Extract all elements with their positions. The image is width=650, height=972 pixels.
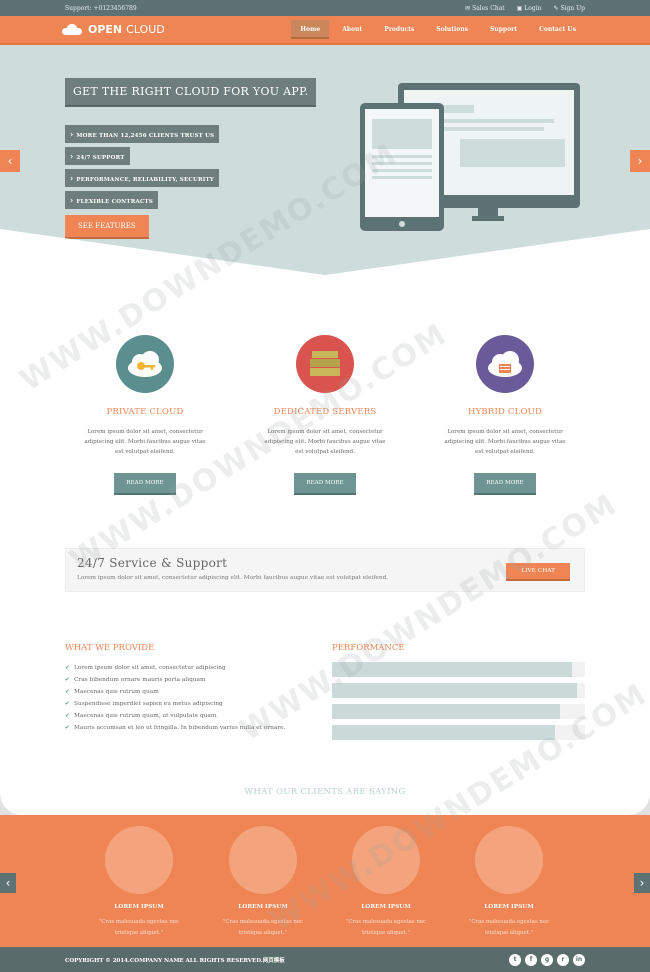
service-title: HYBRID CLOUD xyxy=(467,407,543,417)
hero-divider xyxy=(0,229,650,275)
avatar xyxy=(352,826,420,894)
list-item: Lorem ipsum dolor sit amet, consectetur … xyxy=(65,662,315,674)
testimonial-next-button[interactable]: › xyxy=(634,873,650,893)
testimonial-item: LOREM IPSUM "Cras malesuada egestas nec … xyxy=(444,826,574,939)
list-item: Maecenas quis rutrum quam, ut vulputate … xyxy=(65,710,315,722)
logo[interactable]: OPEN CLOUD xyxy=(60,23,165,36)
copyright: COPYRIGHT © 2014.COMPANY NAME ALL RIGHTS… xyxy=(65,957,285,964)
cloud-key-icon xyxy=(116,335,174,393)
nav-item-solutions[interactable]: Solutions xyxy=(427,20,477,39)
avatar xyxy=(105,826,173,894)
top-utility-bar: Support: +0123456789 ✉ Sales Chat ▣ Logi… xyxy=(0,0,650,16)
twitter-icon[interactable]: t xyxy=(509,953,521,966)
hero-next-button[interactable]: › xyxy=(630,150,650,172)
performance: PERFORMANCE xyxy=(332,643,585,746)
testimonial-name: LOREM IPSUM xyxy=(361,904,411,910)
nav-item-support[interactable]: Support xyxy=(481,20,526,39)
cloud-server-icon xyxy=(476,335,534,393)
testimonial-item: LOREM IPSUM "Cras malesuada egestas nec … xyxy=(321,826,451,939)
progress-bar xyxy=(332,704,585,719)
linkedin-icon[interactable]: in xyxy=(573,953,585,966)
progress-fill xyxy=(332,725,555,740)
main-content: PRIVATE CLOUD Lorem ipsum dolor sit amet… xyxy=(0,275,650,815)
nav-item-contact[interactable]: Contact Us xyxy=(530,20,585,39)
avatar xyxy=(229,826,297,894)
provide-list: Lorem ipsum dolor sit amet, consectetur … xyxy=(65,662,315,734)
provide-title: WHAT WE PROVIDE xyxy=(65,643,155,653)
chevron-right-icon: › xyxy=(639,876,645,890)
read-more-button[interactable]: READ MORE xyxy=(294,473,356,493)
support-title: 24/7 Service & Support xyxy=(77,556,228,570)
testimonial-quote: "Cras malesuada egestas nec tristique al… xyxy=(98,919,180,936)
nav-menu: Home About Products Solutions Support Co… xyxy=(291,20,585,39)
rss-icon[interactable]: r xyxy=(557,953,569,966)
list-item: Maecenas quis rutrum quam xyxy=(65,686,315,698)
service-text: Lorem ipsum dolor sit amet, consectetur … xyxy=(444,429,566,455)
hero-feature: 24/7 SUPPORT xyxy=(65,147,130,165)
cloud-logo-icon xyxy=(60,24,84,35)
login-link[interactable]: ▣ Login xyxy=(517,5,542,12)
sign-up-link[interactable]: ✎ Sign Up xyxy=(554,5,585,12)
testimonial-quote: "Cras malesuada egestas nec tristique al… xyxy=(345,919,427,936)
service-text: Lorem ipsum dolor sit amet, consectetur … xyxy=(84,429,206,455)
service-private-cloud: PRIVATE CLOUD Lorem ipsum dolor sit amet… xyxy=(70,335,220,493)
main-navbar: OPEN CLOUD Home About Products Solutions … xyxy=(0,16,650,45)
clients-title: WHAT OUR CLIENTS ARE SAYING xyxy=(244,787,406,797)
testimonials: LOREM IPSUM "Cras malesuada egestas nec … xyxy=(0,815,650,950)
avatar xyxy=(475,826,543,894)
testimonial-item: LOREM IPSUM "Cras malesuada egestas nec … xyxy=(74,826,204,939)
support-banner: 24/7 Service & Support Lorem ipsum dolor… xyxy=(65,548,585,592)
account-links: ✉ Sales Chat ▣ Login ✎ Sign Up xyxy=(465,5,585,12)
facebook-icon[interactable]: f xyxy=(525,953,537,966)
social-links: t f g r in xyxy=(509,953,585,966)
services-row: PRIVATE CLOUD Lorem ipsum dolor sit amet… xyxy=(0,335,650,493)
service-title: PRIVATE CLOUD xyxy=(106,407,184,417)
nav-item-home[interactable]: Home xyxy=(291,20,330,39)
nav-item-products[interactable]: Products xyxy=(375,20,423,39)
service-dedicated-servers: DEDICATED SERVERS Lorem ipsum dolor sit … xyxy=(250,335,400,493)
google-plus-icon[interactable]: g xyxy=(541,953,553,966)
hero-feature: PERFORMANCE, RELIABILITY, SECURITY xyxy=(65,169,219,187)
testimonial-name: LOREM IPSUM xyxy=(238,904,288,910)
service-hybrid-cloud: HYBRID CLOUD Lorem ipsum dolor sit amet,… xyxy=(430,335,580,493)
hero-title: GET THE RIGHT CLOUD FOR YOU APP. xyxy=(65,78,317,105)
live-chat-button[interactable]: LIVE CHAT xyxy=(506,563,570,579)
testimonial-prev-button[interactable]: ‹ xyxy=(0,873,16,893)
hero-feature: FLEXIBLE CONTRACTS xyxy=(65,191,158,209)
progress-bar xyxy=(332,683,585,698)
performance-bars xyxy=(332,662,585,740)
testimonial-item: LOREM IPSUM "Cras malesuada egestas nec … xyxy=(198,826,328,939)
service-title: DEDICATED SERVERS xyxy=(273,407,377,417)
list-item: Suspendisse imperdiet sapien eu metus ad… xyxy=(65,698,315,710)
what-we-provide: WHAT WE PROVIDE Lorem ipsum dolor sit am… xyxy=(65,643,315,734)
progress-bar xyxy=(332,662,585,677)
service-text: Lorem ipsum dolor sit amet, consectetur … xyxy=(264,429,386,455)
testimonial-name: LOREM IPSUM xyxy=(484,904,534,910)
support-phone: Support: +0123456789 xyxy=(65,4,137,12)
progress-fill xyxy=(332,683,578,698)
hero-prev-button[interactable]: ‹ xyxy=(0,150,20,172)
progress-bar xyxy=(332,725,585,740)
performance-title: PERFORMANCE xyxy=(332,643,405,653)
sales-chat-link[interactable]: ✉ Sales Chat xyxy=(465,5,505,12)
chevron-left-icon: ‹ xyxy=(7,154,13,168)
nav-item-about[interactable]: About xyxy=(333,20,371,39)
support-text: Lorem ipsum dolor sit amet, consectetur … xyxy=(77,575,389,581)
read-more-button[interactable]: READ MORE xyxy=(474,473,536,493)
chevron-left-icon: ‹ xyxy=(5,876,11,890)
list-item: Mauris accumsan et leo ut fringilla. In … xyxy=(65,722,315,734)
testimonial-quote: "Cras malesuada egestas nec tristique al… xyxy=(468,919,550,936)
read-more-button[interactable]: READ MORE xyxy=(114,473,176,493)
server-stack-icon xyxy=(296,335,354,393)
chevron-right-icon: › xyxy=(637,154,643,168)
hero-slider: GET THE RIGHT CLOUD FOR YOU APP. MORE TH… xyxy=(0,45,650,275)
testimonial-name: LOREM IPSUM xyxy=(114,904,164,910)
progress-fill xyxy=(332,704,560,719)
testimonial-quote: "Cras malesuada egestas nec tristique al… xyxy=(222,919,304,936)
footer: COPYRIGHT © 2014.COMPANY NAME ALL RIGHTS… xyxy=(0,947,650,972)
list-item: Cras bibendum ornare mauris porta aliqua… xyxy=(65,674,315,686)
hero-feature: MORE THAN 12,2456 CLIENTS TRUST US xyxy=(65,125,220,143)
progress-fill xyxy=(332,662,573,677)
